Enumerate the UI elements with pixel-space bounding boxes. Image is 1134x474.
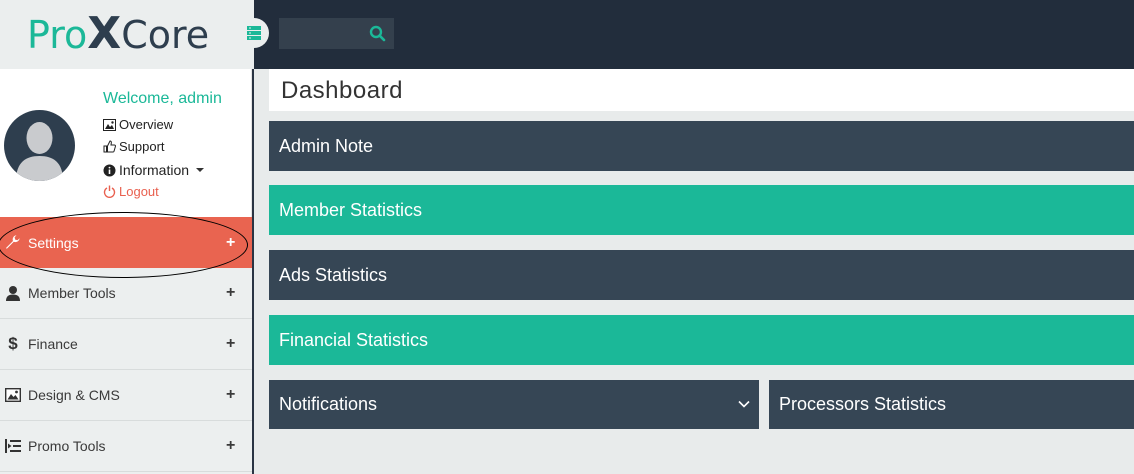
information-dropdown[interactable]: Information [103,162,205,178]
sidebar-item-design-cms[interactable]: Design & CMS + [0,370,252,421]
top-bar: ProXCore [0,0,1134,69]
panel-title: Processors Statistics [779,394,947,414]
sidebar: Welcome, admin Overview Support Informat… [0,69,254,474]
panel-member-statistics[interactable]: Member Statistics [269,185,1134,235]
page-title: Dashboard [281,77,403,104]
sidebar-item-label: Settings [28,234,79,251]
thumbs-up-icon [103,140,116,153]
user-profile-panel: Welcome, admin Overview Support Informat… [0,69,252,217]
expand-plus-icon: + [226,233,236,251]
expand-plus-icon: + [226,335,236,352]
logout-label: Logout [119,184,159,199]
image-icon [103,118,116,131]
expand-plus-icon: + [226,284,236,301]
support-label: Support [119,139,165,154]
caret-down-icon [196,168,205,172]
info-icon [103,164,116,176]
avatar [4,110,75,181]
panel-title: Member Statistics [279,199,423,220]
sidebar-item-label: Finance [28,336,78,352]
panel-title: Financial Statistics [279,329,429,350]
wrench-icon [4,233,22,251]
user-silhouette-icon [16,122,63,181]
panel-financial-statistics[interactable]: Financial Statistics [269,315,1134,365]
image-icon [4,386,22,404]
search-box [279,18,394,49]
panel-notifications[interactable]: Notifications [269,380,759,429]
user-icon [4,284,22,302]
page-title-bar: Dashboard [269,69,1134,111]
logout-link[interactable]: Logout [103,184,159,199]
sidebar-item-promo-tools[interactable]: Promo Tools + [0,421,252,472]
server-menu-icon [247,26,261,40]
overview-label: Overview [119,117,174,132]
panel-title: Admin Note [279,135,374,156]
logo-part-core: Core [121,13,210,57]
search-icon[interactable] [368,24,388,44]
expand-plus-icon: + [226,386,236,403]
expand-plus-icon: + [226,437,236,454]
overview-link[interactable]: Overview [103,117,173,132]
logo-area: ProXCore [0,0,254,69]
sidebar-item-label: Design & CMS [28,387,120,403]
information-label: Information [119,162,190,178]
logo[interactable]: ProXCore [27,10,209,59]
support-link[interactable]: Support [103,139,165,154]
dollar-icon: $ [8,334,18,353]
panel-title: Notifications [279,394,378,414]
sidebar-item-settings[interactable]: Settings + [0,217,252,268]
panel-admin-note[interactable]: Admin Note [269,121,1134,171]
panel-ads-statistics[interactable]: Ads Statistics [269,250,1134,300]
sidebar-toggle-button[interactable] [239,18,269,48]
main-content: Dashboard Admin Note Member Statistics A… [254,69,1134,474]
welcome-text: Welcome, admin [103,90,222,107]
panel-processors-statistics[interactable]: Processors Statistics [769,380,1134,429]
logo-part-x: X [87,8,122,59]
chevron-down-icon[interactable] [737,397,751,411]
sidebar-item-member-tools[interactable]: Member Tools + [0,268,252,319]
power-icon [103,185,116,198]
indent-icon [4,437,22,455]
sidebar-item-label: Promo Tools [28,438,106,454]
search-input[interactable] [279,18,364,49]
sidebar-item-label: Member Tools [28,285,116,301]
panel-title: Ads Statistics [279,264,388,285]
logo-part-pro: Pro [27,13,88,57]
sidebar-item-finance[interactable]: $ Finance + [0,319,252,370]
